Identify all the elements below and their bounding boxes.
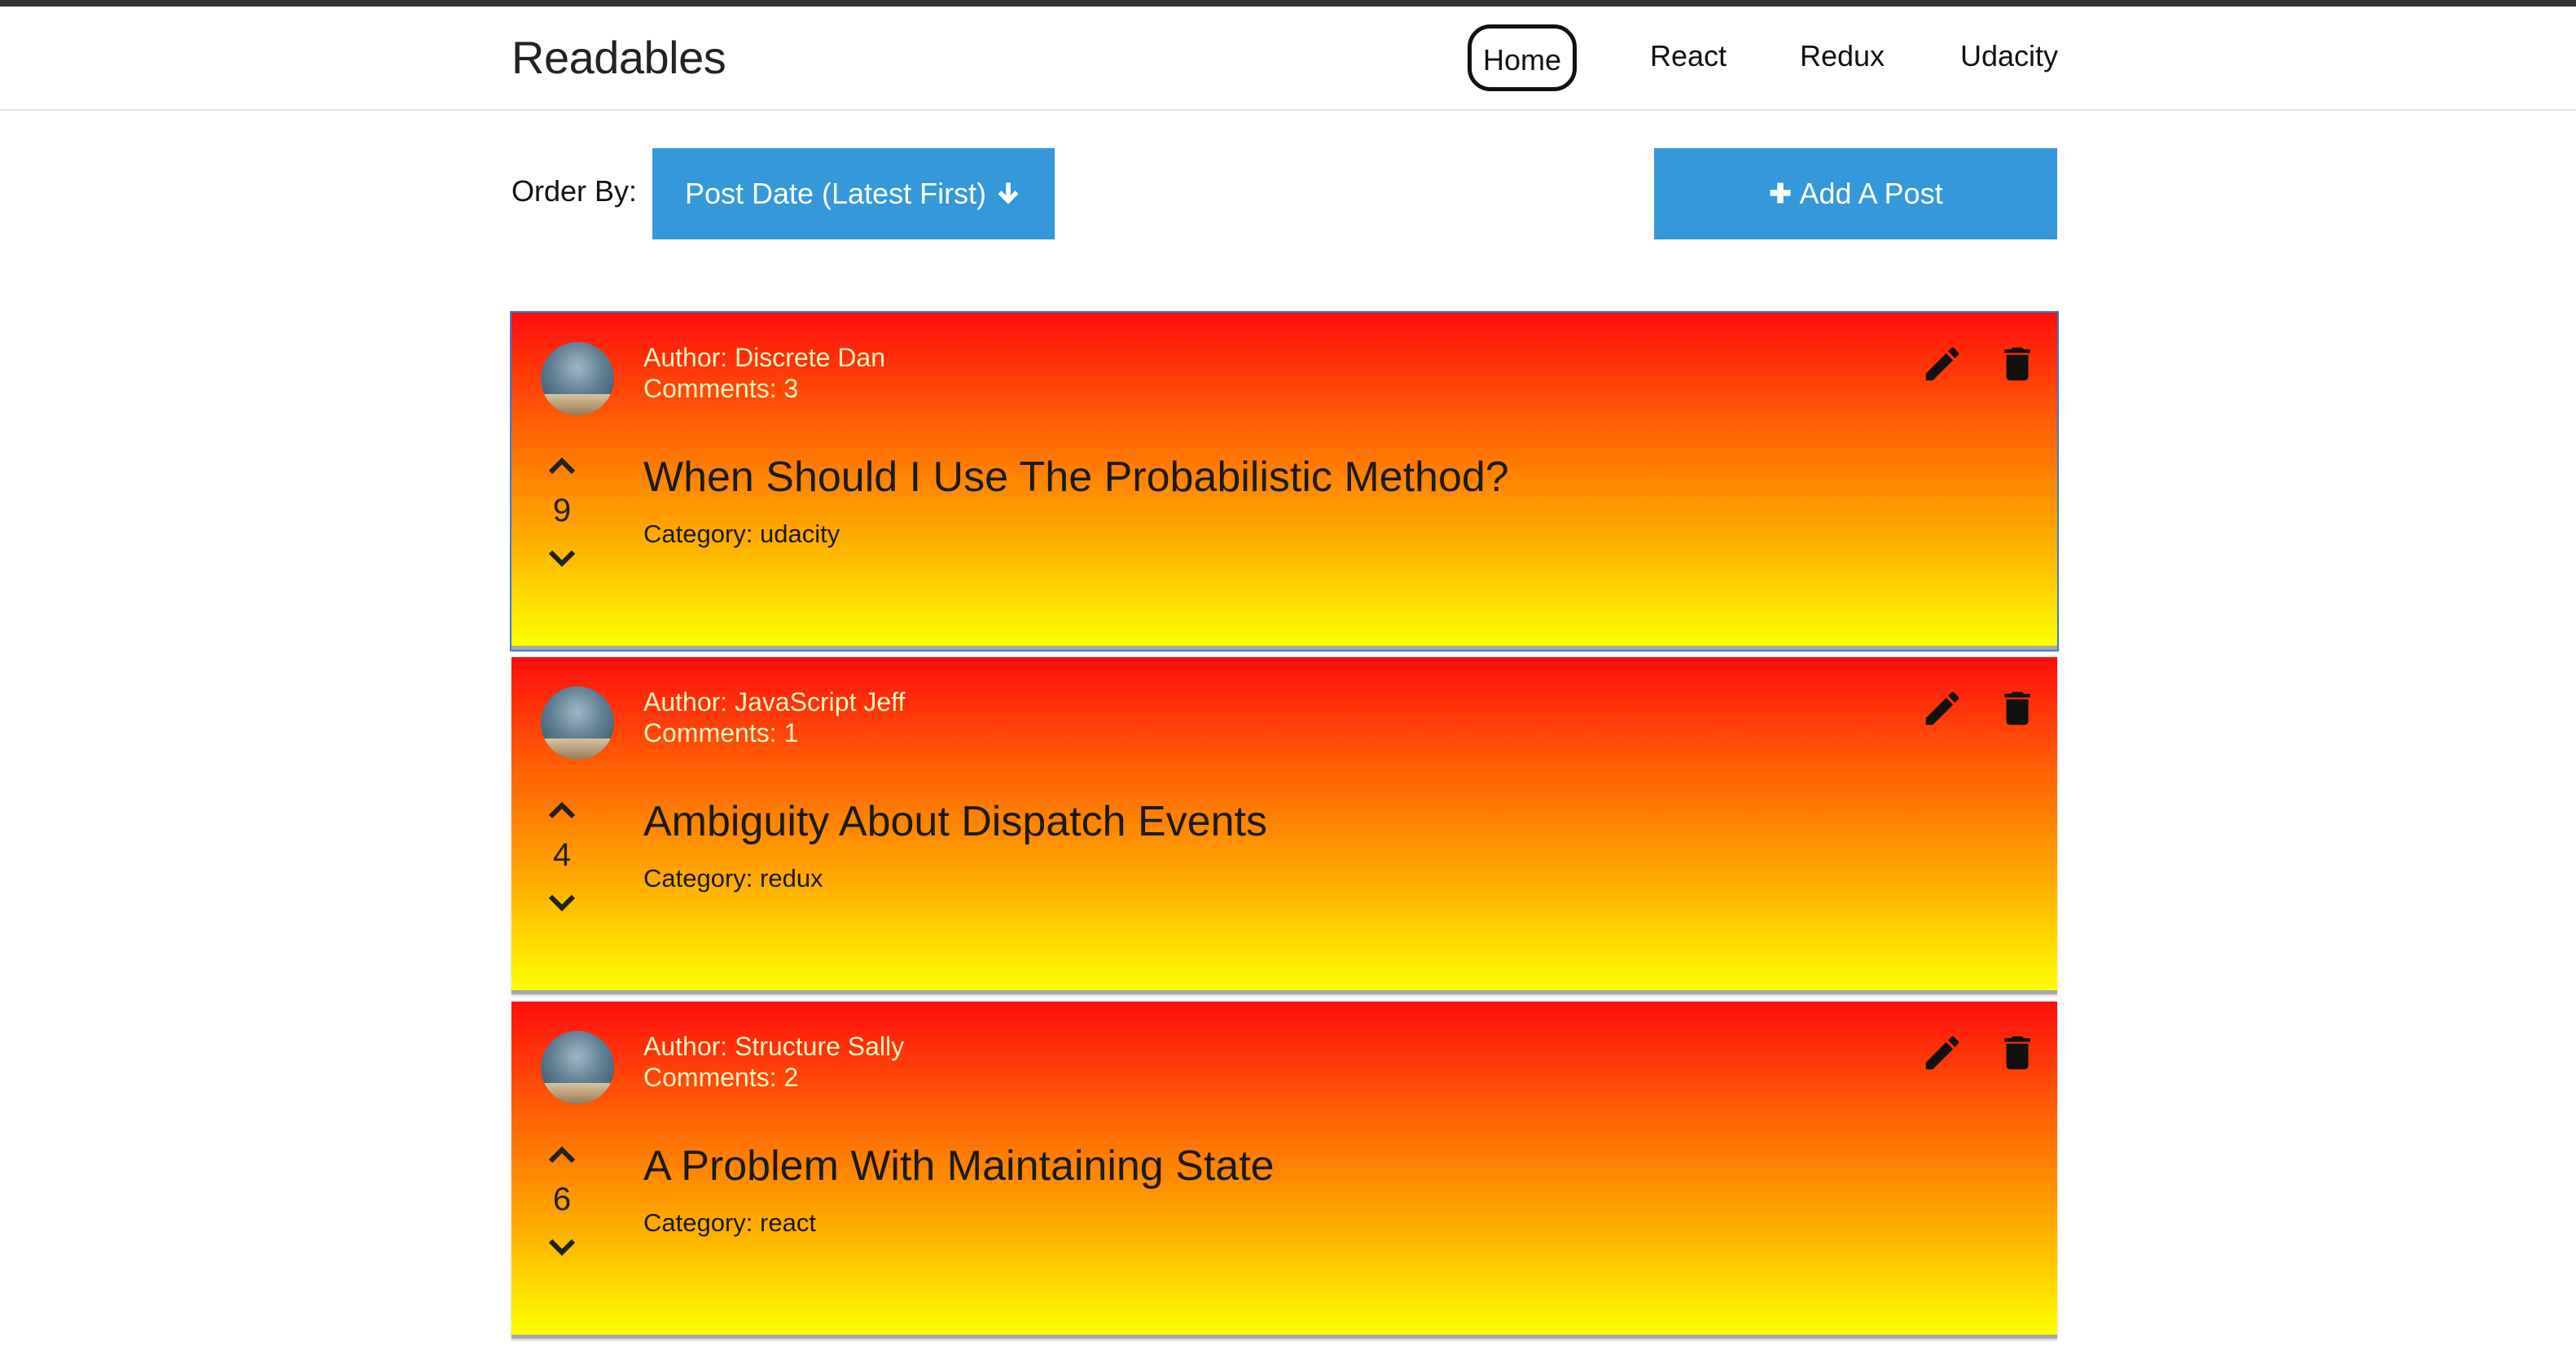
post-author: Author: Discrete Dan — [643, 343, 886, 372]
downvote-chevron-icon[interactable] — [539, 1230, 585, 1262]
post-category: Category: react — [643, 1208, 816, 1237]
downvote-chevron-icon[interactable] — [539, 885, 585, 918]
nav-home[interactable]: Home — [1468, 24, 1577, 91]
vote-count: 4 — [552, 837, 572, 873]
post-list: Author: Discrete Dan Comments: 3 9 When … — [510, 311, 2059, 1346]
vote-count: 9 — [552, 493, 572, 528]
edit-icon[interactable] — [1920, 1031, 1964, 1075]
avatar — [541, 686, 614, 760]
avatar — [541, 342, 614, 415]
post-meta: Author: JavaScript Jeff Comments: 1 — [643, 686, 905, 748]
post-title[interactable]: When Should I Use The Probabilistic Meth… — [643, 453, 1509, 502]
window-top-strip — [0, 0, 2576, 7]
post-author: Author: Structure Sally — [643, 1032, 905, 1061]
post-title[interactable]: Ambiguity About Dispatch Events — [643, 797, 1267, 846]
order-by-button[interactable]: Post Date (Latest First) — [652, 148, 1055, 239]
trash-icon[interactable] — [1995, 686, 2039, 730]
post-comment-count: Comments: 2 — [643, 1063, 799, 1092]
avatar — [541, 1031, 614, 1104]
post-comment-count: Comments: 1 — [643, 718, 799, 748]
arrow-down-icon — [998, 182, 1019, 205]
post-card[interactable]: Author: Discrete Dan Comments: 3 9 When … — [510, 311, 2059, 651]
post-author: Author: JavaScript Jeff — [643, 687, 906, 717]
post-comment-count: Comments: 3 — [643, 374, 799, 403]
post-card[interactable]: Author: JavaScript Jeff Comments: 1 4 Am… — [511, 657, 2057, 994]
post-category: Category: udacity — [643, 520, 840, 548]
upvote-chevron-icon[interactable] — [539, 796, 585, 828]
trash-icon[interactable] — [1995, 1031, 2039, 1075]
plus-icon — [1770, 182, 1791, 204]
vote-count: 6 — [552, 1182, 572, 1217]
post-title[interactable]: A Problem With Maintaining State — [643, 1142, 1275, 1190]
brand-title[interactable]: Readables — [511, 31, 726, 84]
post-meta: Author: Discrete Dan Comments: 3 — [643, 342, 885, 404]
trash-icon[interactable] — [1995, 342, 2039, 386]
edit-icon[interactable] — [1920, 686, 1964, 730]
add-post-button-label: Add A Post — [1799, 177, 1943, 210]
navbar: Readables Home React Redux Udacity — [0, 7, 2576, 111]
upvote-chevron-icon[interactable] — [539, 1140, 585, 1173]
vote-controls: 6 — [539, 1140, 585, 1262]
post-category: Category: redux — [643, 864, 823, 892]
upvote-chevron-icon[interactable] — [539, 451, 585, 484]
nav-redux[interactable]: Redux — [1795, 24, 1889, 91]
downvote-chevron-icon[interactable] — [539, 541, 585, 573]
vote-controls: 9 — [539, 451, 585, 573]
post-card[interactable]: Author: Structure Sally Comments: 2 6 A … — [511, 1002, 2057, 1339]
order-by-label: Order By: — [511, 174, 638, 208]
nav-udacity[interactable]: Udacity — [1958, 24, 2060, 91]
order-by-button-label: Post Date (Latest First) — [684, 177, 987, 210]
vote-controls: 4 — [539, 796, 585, 918]
add-post-button[interactable]: Add A Post — [1654, 148, 2057, 239]
post-meta: Author: Structure Sally Comments: 2 — [643, 1031, 904, 1093]
nav-react[interactable]: React — [1643, 24, 1733, 91]
edit-icon[interactable] — [1920, 342, 1964, 386]
